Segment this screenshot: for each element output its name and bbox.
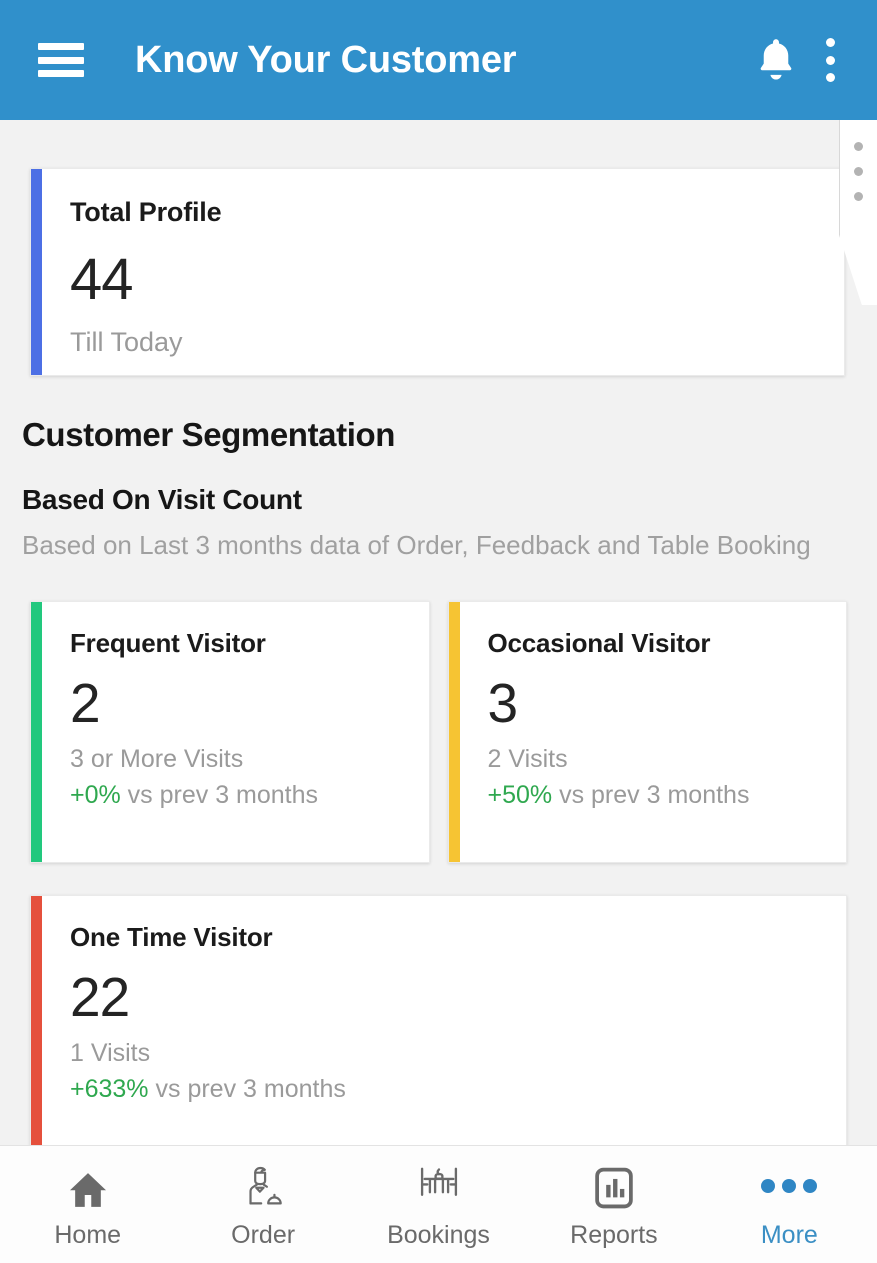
card-subtitle: 1 Visits <box>70 1038 151 1067</box>
waiter-icon <box>237 1159 289 1213</box>
scroll-content[interactable]: Total Profile 44 Till Today Customer Seg… <box>0 120 877 1145</box>
subsection-title-visit-count: Based On Visit Count <box>22 484 302 515</box>
card-body: Occasional Visitor 3 2 Visits +50% vs pr… <box>460 602 847 862</box>
bell-icon[interactable] <box>753 35 799 85</box>
segment-card-one-time-visitor[interactable]: One Time Visitor 22 1 Visits +633% vs pr… <box>30 895 847 1145</box>
card-body: Total Profile 44 Till Today <box>42 169 844 375</box>
hamburger-menu-icon[interactable] <box>38 43 84 77</box>
segment-card-row: Frequent Visitor 2 3 or More Visits +0% … <box>30 601 847 864</box>
vertical-dots-handle-icon <box>854 192 863 201</box>
card-accent-bar <box>31 602 42 863</box>
nav-item-bookings[interactable]: Bookings <box>351 1146 526 1263</box>
card-value: 44 <box>70 247 134 312</box>
card-title: Frequent Visitor <box>70 628 266 659</box>
card-delta-value: +633% <box>70 1074 149 1103</box>
app-screen: Know Your Customer Total Profile 44 Till… <box>0 0 877 1263</box>
nav-item-home[interactable]: Home <box>0 1146 175 1263</box>
kebab-menu-icon[interactable] <box>825 38 835 82</box>
hamburger-line <box>38 56 84 64</box>
card-subtitle: 3 or More Visits <box>70 744 244 773</box>
dining-table-icon <box>412 1159 466 1213</box>
dot <box>761 1179 776 1193</box>
total-profile-card[interactable]: Total Profile 44 Till Today <box>30 168 845 376</box>
nav-label: Reports <box>570 1221 658 1249</box>
card-value: 3 <box>487 672 519 735</box>
card-title: Total Profile <box>70 197 222 227</box>
card-delta: +50% vs prev 3 months <box>488 781 823 810</box>
card-value: 2 <box>70 672 101 735</box>
hamburger-line <box>38 43 84 50</box>
card-body: One Time Visitor 22 1 Visits +633% vs pr… <box>42 896 846 1145</box>
card-title: Occasional Visitor <box>487 628 711 659</box>
card-delta-suffix: vs prev 3 months <box>552 780 750 809</box>
dot <box>803 1179 818 1193</box>
card-body: Frequent Visitor 2 3 or More Visits +0% … <box>42 602 429 862</box>
bottom-navigation-bar: Home Order Bookings Reports More <box>0 1145 877 1263</box>
nav-item-order[interactable]: Order <box>175 1146 350 1263</box>
segment-card-row: One Time Visitor 22 1 Visits +633% vs pr… <box>30 895 847 1145</box>
nav-label: More <box>760 1221 818 1249</box>
nav-label: Order <box>231 1221 296 1249</box>
page-title: Know Your Customer <box>135 38 517 81</box>
card-accent-bar <box>31 169 42 375</box>
card-delta-suffix: vs prev 3 months <box>120 780 319 809</box>
dot <box>782 1179 797 1193</box>
card-title: One Time Visitor <box>70 922 273 953</box>
card-accent-bar <box>448 602 460 863</box>
segment-card-occasional-visitor[interactable]: Occasional Visitor 3 2 Visits +50% vs pr… <box>447 601 847 864</box>
home-icon <box>64 1159 112 1213</box>
app-bar: Know Your Customer <box>0 0 877 120</box>
vertical-dots-handle-icon <box>854 142 863 151</box>
card-delta: +0% vs prev 3 months <box>70 781 405 810</box>
card-delta-value: +0% <box>70 780 121 809</box>
card-value: 22 <box>70 966 130 1029</box>
three-dots-icon <box>761 1159 818 1213</box>
card-delta-value: +50% <box>487 780 553 809</box>
card-subtitle: Till Today <box>70 326 183 357</box>
nav-item-more[interactable]: More <box>702 1146 877 1263</box>
vertical-dots-handle-icon <box>854 167 863 176</box>
kebab-dot <box>825 73 835 82</box>
card-delta: +633% vs prev 3 months <box>70 1075 822 1104</box>
nav-label: Home <box>54 1221 122 1249</box>
bar-chart-icon <box>590 1159 638 1213</box>
card-subtitle: 2 Visits <box>487 744 568 773</box>
hamburger-line <box>38 70 84 77</box>
card-accent-bar <box>31 896 42 1145</box>
nav-item-reports[interactable]: Reports <box>526 1146 701 1263</box>
card-delta-suffix: vs prev 3 months <box>148 1074 346 1103</box>
subsection-description: Based on Last 3 months data of Order, Fe… <box>22 530 811 560</box>
kebab-dot <box>825 38 835 47</box>
section-title-customer-segmentation: Customer Segmentation <box>22 416 395 453</box>
segment-card-frequent-visitor[interactable]: Frequent Visitor 2 3 or More Visits +0% … <box>30 601 430 864</box>
app-bar-actions <box>753 0 853 120</box>
nav-label: Bookings <box>387 1221 490 1249</box>
kebab-dot <box>825 55 835 65</box>
